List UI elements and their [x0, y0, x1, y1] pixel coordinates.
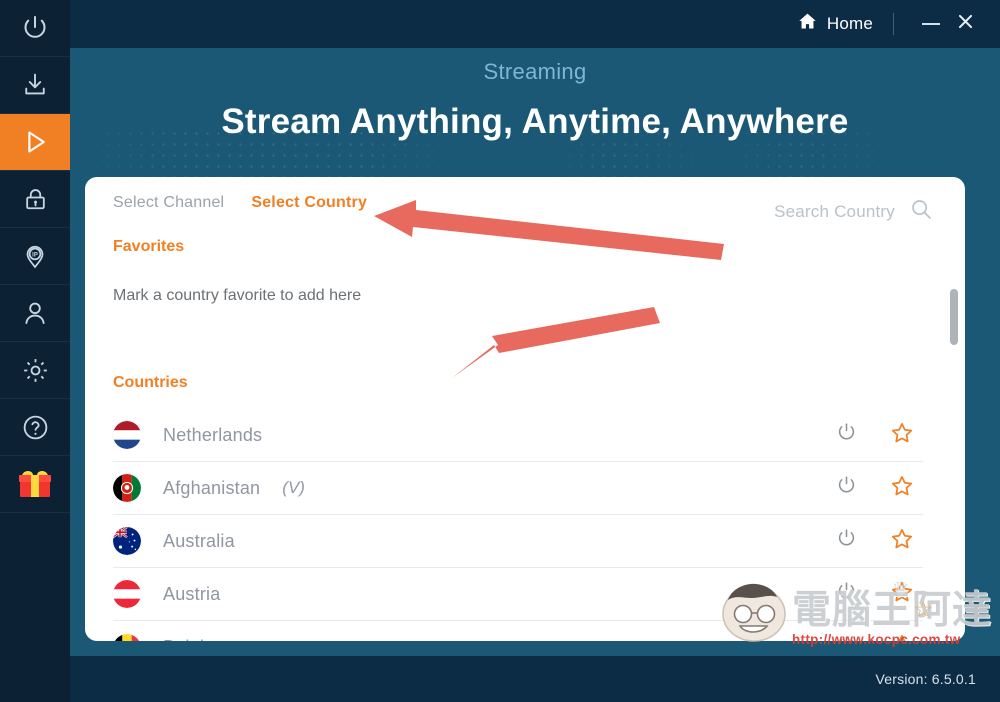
sidebar-item-rewards[interactable]: [0, 456, 70, 513]
watermark-face-icon: [718, 578, 790, 647]
minimize-icon: [922, 23, 940, 25]
titlebar-divider: [893, 13, 894, 35]
user-icon: [21, 299, 49, 327]
favorite-star-outline-icon[interactable]: [889, 420, 915, 451]
gift-icon: [19, 469, 51, 497]
ip-pin-icon: IP: [21, 242, 49, 270]
flag-netherlands-icon: [113, 421, 141, 449]
connect-power-icon[interactable]: [834, 473, 859, 503]
card-tab-bar: Select Channel Select Country: [113, 194, 367, 212]
home-icon: [797, 11, 818, 37]
flag-australia-icon: [113, 527, 141, 555]
sidebar-item-help[interactable]: [0, 399, 70, 456]
sidebar-item-ip-location[interactable]: IP: [0, 228, 70, 285]
main-content: Streaming Stream Anything, Anytime, Anyw…: [70, 48, 1000, 656]
home-label: Home: [826, 14, 873, 33]
sidebar-item-account[interactable]: [0, 285, 70, 342]
row-actions: [834, 526, 915, 557]
country-name: Australia: [163, 530, 235, 551]
tab-select-country[interactable]: Select Country: [251, 194, 367, 212]
watermark: 電腦王阿達 ♛ ☆ http://www.kocpc.com.tw: [718, 578, 992, 647]
row-actions: [834, 473, 915, 504]
country-variant: (V): [282, 478, 305, 497]
search-icon[interactable]: [909, 197, 933, 226]
table-row[interactable]: Australia: [113, 515, 923, 568]
sidebar-item-streaming[interactable]: [0, 114, 70, 171]
watermark-text-block: 電腦王阿達 ♛ ☆ http://www.kocpc.com.tw: [792, 579, 992, 647]
search-country-field[interactable]: Search Country: [774, 197, 933, 226]
power-icon: [20, 13, 50, 43]
lock-icon: [22, 186, 49, 213]
page-subtitle: Streaming: [483, 59, 587, 84]
sidebar-item-download[interactable]: [0, 57, 70, 114]
country-name: Belgium: [163, 637, 229, 641]
home-button[interactable]: Home: [797, 11, 873, 37]
favorite-star-outline-icon[interactable]: [889, 473, 915, 504]
connect-power-icon[interactable]: [834, 526, 859, 556]
table-row[interactable]: Netherlands: [113, 409, 923, 462]
crown-icon: ♛: [892, 579, 910, 600]
sidebar-item-power[interactable]: [0, 0, 70, 57]
version-label: Version: 6.5.0.1: [875, 671, 976, 687]
flag-afghanistan-icon: [113, 474, 141, 502]
watermark-star-icon: ☆: [913, 596, 934, 622]
sidebar-item-password-manager[interactable]: [0, 171, 70, 228]
sidebar-item-settings[interactable]: [0, 342, 70, 399]
svg-text:IP: IP: [32, 253, 38, 259]
countries-section-title: Countries: [113, 374, 188, 391]
page-title: Stream Anything, Anytime, Anywhere: [221, 102, 849, 141]
gear-icon: [21, 356, 50, 385]
search-input-placeholder: Search Country: [774, 201, 895, 221]
flag-austria-icon: [113, 580, 141, 608]
favorites-empty-message: Mark a country favorite to add here: [113, 287, 362, 304]
country-selection-card: Select Channel Select Country Search Cou…: [85, 177, 965, 641]
country-name: Netherlands: [163, 424, 263, 445]
favorite-star-outline-icon[interactable]: [889, 526, 915, 557]
watermark-url: http://www.kocpc.com.tw: [792, 632, 961, 647]
minimize-button[interactable]: [914, 7, 948, 41]
country-name: Afghanistan: [163, 477, 261, 498]
connect-power-icon[interactable]: [834, 420, 859, 450]
flag-belgium-icon: [113, 633, 141, 641]
play-triangle-icon: [20, 127, 50, 157]
question-circle-icon: [21, 413, 50, 442]
status-bar: Version: 6.5.0.1: [70, 656, 1000, 702]
tab-select-channel[interactable]: Select Channel: [113, 194, 224, 212]
country-name: Austria: [163, 583, 221, 604]
favorites-section-title: Favorites: [113, 238, 185, 255]
row-actions: [834, 420, 915, 451]
download-icon: [21, 71, 49, 99]
close-icon: [956, 12, 975, 36]
vpn-app-window: IP Home Streaming Stream Anything, Anyti…: [0, 0, 1000, 702]
title-bar: Home: [70, 0, 1000, 48]
card-scrollbar-thumb[interactable]: [950, 289, 958, 345]
left-sidebar: IP: [0, 0, 70, 702]
close-button[interactable]: [948, 7, 982, 41]
table-row[interactable]: Afghanistan (V): [113, 462, 923, 515]
card-scrollbar[interactable]: [950, 233, 958, 623]
